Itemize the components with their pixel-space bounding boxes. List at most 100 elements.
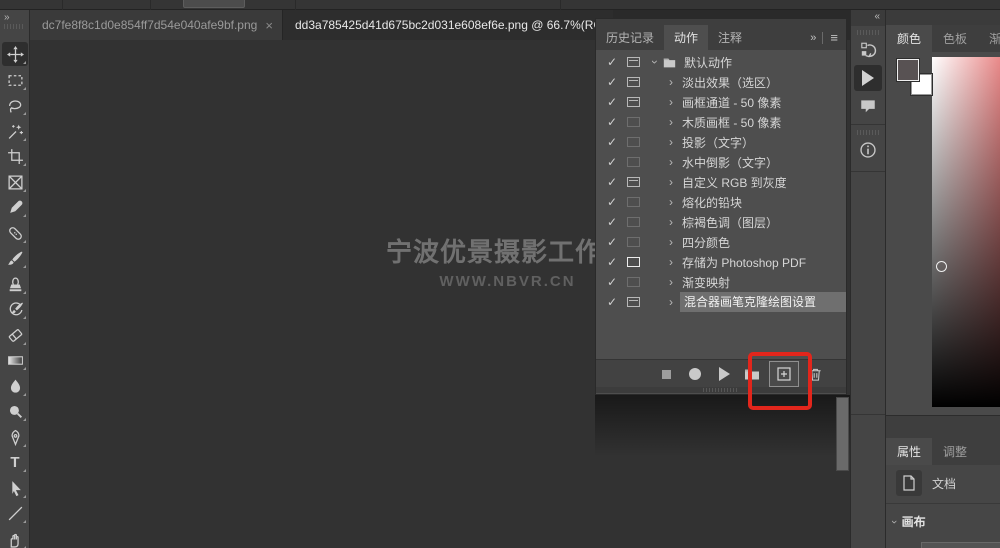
clone-stamp-tool[interactable]: [2, 272, 28, 296]
toggle-check-icon[interactable]: ✓: [604, 215, 620, 229]
toolbar-expand-icon[interactable]: »: [4, 12, 9, 23]
notes-panel-icon[interactable]: [854, 93, 882, 119]
tab-swatches[interactable]: 色板: [932, 25, 978, 52]
toggle-check-icon[interactable]: ✓: [604, 235, 620, 249]
marquee-tool[interactable]: [2, 68, 28, 92]
dialog-toggle-icon[interactable]: [627, 257, 640, 267]
dock-collapse-icon[interactable]: «: [851, 10, 885, 26]
action-row[interactable]: ✓›木质画框 - 50 像素: [596, 112, 846, 132]
chevron-right-icon[interactable]: ›: [664, 95, 678, 109]
width-input[interactable]: 300 像素: [921, 542, 1000, 548]
dialog-toggle-icon[interactable]: [627, 297, 640, 307]
document-properties-button[interactable]: [896, 470, 922, 496]
play-button[interactable]: [713, 360, 735, 388]
pen-tool[interactable]: [2, 425, 28, 449]
chevron-right-icon[interactable]: ›: [664, 235, 678, 249]
toggle-check-icon[interactable]: ✓: [604, 195, 620, 209]
stop-button[interactable]: [656, 360, 676, 388]
toggle-check-icon[interactable]: ✓: [604, 75, 620, 89]
healing-brush-tool[interactable]: [2, 221, 28, 245]
tab-color[interactable]: 颜色: [886, 25, 932, 52]
gradient-tool[interactable]: [2, 348, 28, 372]
chevron-right-icon[interactable]: ›: [664, 215, 678, 229]
chevron-right-icon[interactable]: ›: [664, 155, 678, 169]
line-tool[interactable]: [2, 501, 28, 525]
history-brush-tool[interactable]: [2, 297, 28, 321]
tab-notes[interactable]: 注释: [708, 25, 752, 50]
options-button[interactable]: [183, 0, 245, 8]
toggle-check-icon[interactable]: ✓: [604, 175, 620, 189]
toolbar-grip[interactable]: [4, 24, 24, 29]
chevron-right-icon[interactable]: ›: [664, 275, 678, 289]
action-row[interactable]: ✓›存储为 Photoshop PDF: [596, 252, 846, 272]
toggle-check-icon[interactable]: ✓: [604, 255, 620, 269]
path-select-tool[interactable]: [2, 476, 28, 500]
chevron-right-icon[interactable]: ›: [664, 135, 678, 149]
dialog-toggle-icon[interactable]: [627, 177, 640, 187]
info-panel-icon[interactable]: [854, 137, 882, 163]
action-set-row[interactable]: ✓›默认动作: [596, 52, 846, 72]
blur-tool[interactable]: [2, 374, 28, 398]
chevron-right-icon[interactable]: ›: [664, 115, 678, 129]
action-row[interactable]: ✓›渐变映射: [596, 272, 846, 292]
action-row[interactable]: ✓›画框通道 - 50 像素: [596, 92, 846, 112]
panel-collapse-icon[interactable]: »: [810, 32, 815, 44]
action-row[interactable]: ✓›自定义 RGB 到灰度: [596, 172, 846, 192]
action-row[interactable]: ✓›四分颜色: [596, 232, 846, 252]
scrollbar-thumb[interactable]: [836, 397, 849, 471]
dialog-toggle-icon[interactable]: [627, 237, 640, 247]
eraser-tool[interactable]: [2, 323, 28, 347]
action-row[interactable]: ✓›水中倒影（文字）: [596, 152, 846, 172]
dock-grip[interactable]: [857, 130, 879, 135]
hand-tool[interactable]: [2, 527, 28, 548]
move-tool[interactable]: [2, 42, 28, 66]
dialog-toggle-icon[interactable]: [627, 77, 640, 87]
dialog-toggle-icon[interactable]: [627, 117, 640, 127]
toggle-check-icon[interactable]: ✓: [604, 55, 620, 69]
toggle-check-icon[interactable]: ✓: [604, 295, 620, 309]
action-row[interactable]: ✓›淡出效果（选区）: [596, 72, 846, 92]
dock-grip[interactable]: [857, 30, 879, 35]
dialog-toggle-icon[interactable]: [627, 137, 640, 147]
dialog-toggle-icon[interactable]: [627, 197, 640, 207]
crop-tool[interactable]: [2, 144, 28, 168]
action-row[interactable]: ✓›棕褐色调（图层）: [596, 212, 846, 232]
record-button[interactable]: [684, 360, 706, 388]
brush-tool[interactable]: [2, 246, 28, 270]
chevron-right-icon[interactable]: ›: [664, 295, 678, 309]
tab-properties[interactable]: 属性: [886, 438, 932, 465]
magic-wand-tool[interactable]: [2, 119, 28, 143]
toggle-check-icon[interactable]: ✓: [604, 275, 620, 289]
tab-gradient[interactable]: 渐变: [978, 25, 1000, 52]
toggle-check-icon[interactable]: ✓: [604, 135, 620, 149]
tab-actions[interactable]: 动作: [664, 25, 708, 50]
color-picker-field[interactable]: [932, 57, 1000, 407]
dialog-toggle-icon[interactable]: [627, 57, 640, 67]
chevron-right-icon[interactable]: ›: [664, 175, 678, 189]
document-tab[interactable]: dc7fe8f8c1d0e854ff7d54e040afe9bf.png ×: [30, 10, 283, 40]
tab-history[interactable]: 历史记录: [596, 25, 664, 50]
eyedropper-tool[interactable]: [2, 195, 28, 219]
dialog-toggle-icon[interactable]: [627, 277, 640, 287]
chevron-right-icon[interactable]: ›: [664, 195, 678, 209]
panel-menu-icon[interactable]: ≡: [830, 30, 838, 45]
action-row[interactable]: ✓›熔化的铅块: [596, 192, 846, 212]
chevron-down-icon[interactable]: ›: [888, 520, 900, 524]
chevron-down-icon[interactable]: ›: [648, 55, 662, 69]
foreground-color-swatch[interactable]: [897, 59, 919, 81]
chevron-right-icon[interactable]: ›: [664, 75, 678, 89]
type-tool[interactable]: T: [2, 450, 28, 474]
tab-close-icon[interactable]: ×: [265, 18, 273, 33]
toggle-check-icon[interactable]: ✓: [604, 115, 620, 129]
action-row[interactable]: ✓›投影（文字）: [596, 132, 846, 152]
actions-panel-icon[interactable]: [854, 65, 882, 91]
dodge-tool[interactable]: [2, 399, 28, 423]
history-panel-icon[interactable]: [854, 37, 882, 63]
toggle-check-icon[interactable]: ✓: [604, 155, 620, 169]
document-tab-active[interactable]: dd3a785425d41d675bc2d031e608ef6e.png @ 6…: [283, 10, 613, 40]
action-row[interactable]: ✓›混合器画笔克隆绘图设置: [596, 292, 846, 312]
toggle-check-icon[interactable]: ✓: [604, 95, 620, 109]
tab-adjustments[interactable]: 调整: [932, 438, 978, 465]
lasso-tool[interactable]: [2, 93, 28, 117]
dialog-toggle-icon[interactable]: [627, 217, 640, 227]
